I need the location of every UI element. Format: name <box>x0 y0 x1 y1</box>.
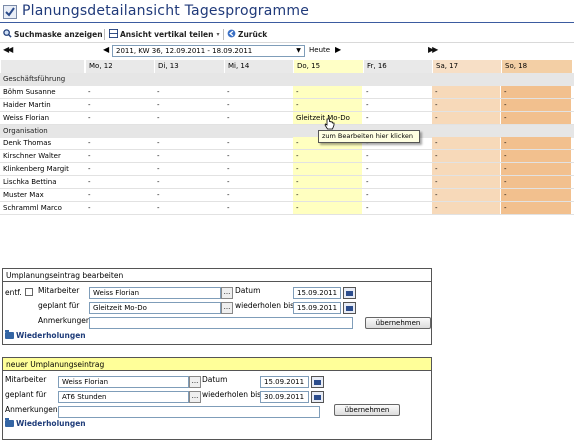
notes-label: Anmerkungen <box>5 405 58 414</box>
day-header-row: Mo, 12 Di, 13 Mi, 14 Do, 15 Fr, 16 Sa, 17 So, … <box>0 60 574 73</box>
submit-edit-button[interactable]: übernehmen <box>365 317 431 329</box>
hand-cursor-icon <box>324 118 335 132</box>
planned-for-picker-button[interactable]: ... <box>189 391 201 403</box>
day-header: Fr, 16 <box>363 60 432 73</box>
back-label: Zurück <box>238 30 268 39</box>
search-mask-button[interactable]: Suchmaske anzeigen <box>3 29 103 40</box>
calendar-icon[interactable] <box>311 376 324 388</box>
notes-field[interactable] <box>58 406 320 418</box>
toolbar-divider <box>0 42 574 43</box>
edit-entry-panel: Umplanungseintrag bearbeiten entf. Mitar… <box>2 268 432 345</box>
calendar-icon[interactable] <box>311 391 324 403</box>
delete-label: entf. <box>5 288 22 297</box>
employee-field[interactable]: Weiss Florian <box>89 287 221 299</box>
repeats-link[interactable]: Wiederholungen <box>5 330 86 340</box>
split-view-label: Ansicht vertikal teilen <box>120 30 214 39</box>
repeats-label: Wiederholungen <box>16 331 86 340</box>
title-bar: Planungsdetailansicht Tagesprogramme <box>0 0 574 26</box>
split-view-button[interactable]: Ansicht vertikal teilen ▾ <box>109 29 219 40</box>
day-header: Mi, 14 <box>224 60 293 73</box>
day-header: Sa, 17 <box>432 60 501 73</box>
week-navigation: ◀◀ ◀ 2011, KW 36, 12.09.2011 - 18.09.201… <box>0 44 574 58</box>
page-title: Planungsdetailansicht Tagesprogramme <box>22 3 310 19</box>
submit-new-button[interactable]: übernehmen <box>334 404 400 416</box>
day-header: Do, 15 <box>293 60 363 73</box>
week-select[interactable]: 2011, KW 36, 12.09.2011 - 18.09.2011 ▼ <box>112 45 305 57</box>
day-header: Di, 13 <box>154 60 224 73</box>
group-row: Geschäftsführung <box>0 72 574 86</box>
calendar-icon[interactable] <box>343 302 356 314</box>
planned-for-label: geplant für <box>38 301 80 310</box>
last-page-icon[interactable]: ▶▶ <box>428 45 438 54</box>
date-field[interactable]: 15.09.2011 <box>260 376 309 388</box>
employee-label: Mitarbeiter <box>38 286 80 295</box>
toolbar-separator <box>104 29 105 40</box>
folder-icon <box>5 330 14 339</box>
notes-field[interactable] <box>89 317 353 329</box>
employee-picker-button[interactable]: ... <box>189 376 201 388</box>
first-page-icon[interactable]: ◀◀ <box>3 45 13 54</box>
corner-cell <box>0 60 84 73</box>
planned-for-field[interactable]: Gleitzeit Mo-Do <box>89 302 221 314</box>
new-entry-panel: neuer Umplanungseintrag Mitarbeiter Weis… <box>2 357 432 440</box>
day-header: Mo, 12 <box>85 60 154 73</box>
search-mask-label: Suchmaske anzeigen <box>14 30 103 39</box>
new-panel-header: neuer Umplanungseintrag <box>3 358 431 371</box>
repeats-link[interactable]: Wiederholungen <box>5 418 86 428</box>
title-divider <box>0 22 574 23</box>
back-icon <box>227 29 236 40</box>
calendar-icon[interactable] <box>343 287 356 299</box>
search-icon <box>3 29 12 40</box>
delete-checkbox[interactable] <box>25 288 33 296</box>
notes-label: Anmerkungen <box>38 316 91 325</box>
repeats-label: Wiederholungen <box>16 419 86 428</box>
planned-for-label: geplant für <box>5 390 47 399</box>
back-button[interactable]: Zurück <box>227 29 267 40</box>
group-row: Organisation <box>0 124 574 138</box>
chevron-down-icon: ▾ <box>216 31 220 38</box>
employee-label: Mitarbeiter <box>5 375 47 384</box>
date-label: Datum <box>202 375 228 384</box>
edit-panel-header: Umplanungseintrag bearbeiten <box>3 269 431 282</box>
repeat-until-label: wiederholen bis <box>202 390 262 399</box>
planned-for-field[interactable]: AT6 Stunden <box>58 391 189 403</box>
checkbox-icon <box>3 5 17 19</box>
repeat-until-label: wiederholen bis <box>235 301 295 310</box>
date-label: Datum <box>235 286 261 295</box>
toolbar-separator <box>223 29 224 40</box>
repeat-until-field[interactable]: 15.09.2011 <box>293 302 341 314</box>
split-view-icon <box>109 29 118 40</box>
employee-field[interactable]: Weiss Florian <box>58 376 189 388</box>
toolbar: Suchmaske anzeigen Ansicht vertikal teil… <box>0 26 574 42</box>
group-label: Geschäftsführung <box>3 74 66 83</box>
folder-icon <box>5 418 14 427</box>
employee-picker-button[interactable]: ... <box>221 287 233 299</box>
planned-for-picker-button[interactable]: ... <box>221 302 233 314</box>
day-header: So, 18 <box>501 60 572 73</box>
today-link[interactable]: Heute <box>309 46 330 54</box>
next-week-icon[interactable]: ▶ <box>335 45 341 54</box>
row-divider <box>0 213 574 215</box>
date-field[interactable]: 15.09.2011 <box>293 287 341 299</box>
repeat-until-field[interactable]: 30.09.2011 <box>260 391 309 403</box>
week-select-value: 2011, KW 36, 12.09.2011 - 18.09.2011 <box>116 47 253 55</box>
prev-week-icon[interactable]: ◀ <box>103 45 109 54</box>
chevron-down-icon: ▼ <box>296 47 301 54</box>
group-label: Organisation <box>3 126 48 135</box>
